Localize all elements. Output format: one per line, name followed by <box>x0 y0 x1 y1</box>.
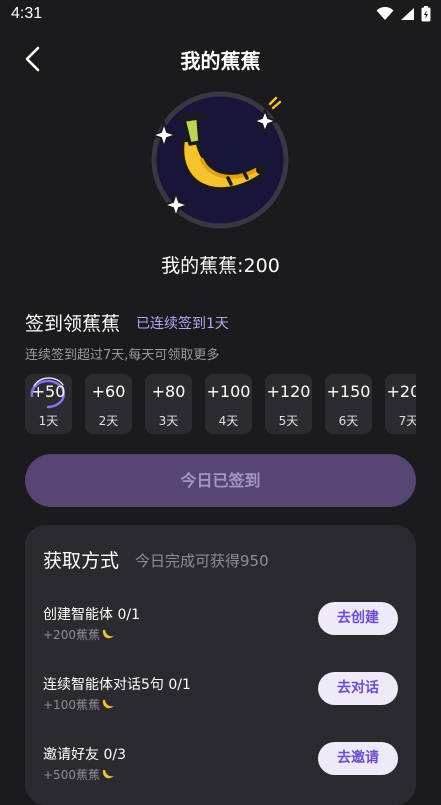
create-agent-button[interactable]: 去创建 <box>318 602 398 635</box>
task-reward-text: +500蕉蕉 <box>43 768 100 782</box>
day-value: +50 <box>31 382 66 401</box>
status-icons <box>376 6 431 22</box>
day-label: 1天 <box>38 414 59 428</box>
day-card-2[interactable]: +60 2天 <box>85 374 132 434</box>
signin-title: 签到领蕉蕉 <box>25 313 121 335</box>
banana-icon <box>102 769 114 778</box>
day-value: +80 <box>151 382 186 401</box>
day-value: +200 <box>386 382 416 401</box>
day-label: 3天 <box>158 414 179 428</box>
day-label: 2天 <box>98 414 119 428</box>
task-item: 连续智能体对话5句 0/1 +100蕉蕉 去对话 <box>25 672 416 724</box>
task-reward-text: +200蕉蕉 <box>43 628 100 642</box>
day-label: 7天 <box>398 414 416 428</box>
day-card-5[interactable]: +120 5天 <box>265 374 312 434</box>
day-card-6[interactable]: +150 6天 <box>325 374 372 434</box>
wifi-icon <box>376 7 394 20</box>
banana-balance: 我的蕉蕉:200 <box>161 255 280 277</box>
day-value: +120 <box>266 382 311 401</box>
day-value: +60 <box>91 382 126 401</box>
task-item: 邀请好友 0/3 +500蕉蕉 去邀请 <box>25 742 416 794</box>
task-reward-text: +100蕉蕉 <box>43 698 100 712</box>
day-label: 4天 <box>218 414 239 428</box>
sparkle-icon <box>150 96 282 221</box>
task-item: 创建智能体 0/1 +200蕉蕉 去创建 <box>25 602 416 654</box>
day-value: +150 <box>326 382 371 401</box>
banana-icon <box>102 699 114 708</box>
task-name: 邀请好友 0/3 <box>43 747 126 763</box>
invite-button[interactable]: 去邀请 <box>318 742 398 775</box>
day-card-7[interactable]: +200 7天 <box>385 374 416 434</box>
day-label: 5天 <box>278 414 299 428</box>
battery-icon <box>421 6 431 22</box>
signal-icon <box>401 8 414 20</box>
page-title: 我的蕉蕉 <box>180 49 261 73</box>
day-label: 6天 <box>338 414 359 428</box>
banana-avatar <box>150 90 290 230</box>
earn-methods-title: 获取方式 <box>43 550 120 572</box>
task-name: 连续智能体对话5句 0/1 <box>43 677 191 693</box>
day-value: +100 <box>206 382 251 401</box>
day-card-1[interactable]: +50 1天 <box>25 374 72 434</box>
signed-in-button[interactable]: 今日已签到 <box>25 454 416 507</box>
signin-description: 连续签到超过7天,每天可领取更多 <box>25 348 220 363</box>
earn-methods-subtitle: 今日完成可获得950 <box>135 552 269 570</box>
task-reward: +500蕉蕉 <box>43 766 115 783</box>
status-time: 4:31 <box>11 5 43 22</box>
task-reward: +100蕉蕉 <box>43 696 115 713</box>
banana-icon <box>102 629 114 638</box>
signin-days-row: +50 1天 +60 2天 +80 3天 +100 4天 +120 5天 +15… <box>25 374 416 436</box>
signin-streak: 已连续签到1天 <box>136 316 229 332</box>
status-bar: 4:31 <box>0 0 441 30</box>
day-card-4[interactable]: +100 4天 <box>205 374 252 434</box>
earn-methods-panel: 获取方式 今日完成可获得950 创建智能体 0/1 +200蕉蕉 去创建 连续智… <box>25 525 416 805</box>
header: 我的蕉蕉 <box>0 36 441 80</box>
task-name: 创建智能体 0/1 <box>43 607 140 623</box>
task-reward: +200蕉蕉 <box>43 626 115 643</box>
chat-button[interactable]: 去对话 <box>318 672 398 705</box>
day-card-3[interactable]: +80 3天 <box>145 374 192 434</box>
